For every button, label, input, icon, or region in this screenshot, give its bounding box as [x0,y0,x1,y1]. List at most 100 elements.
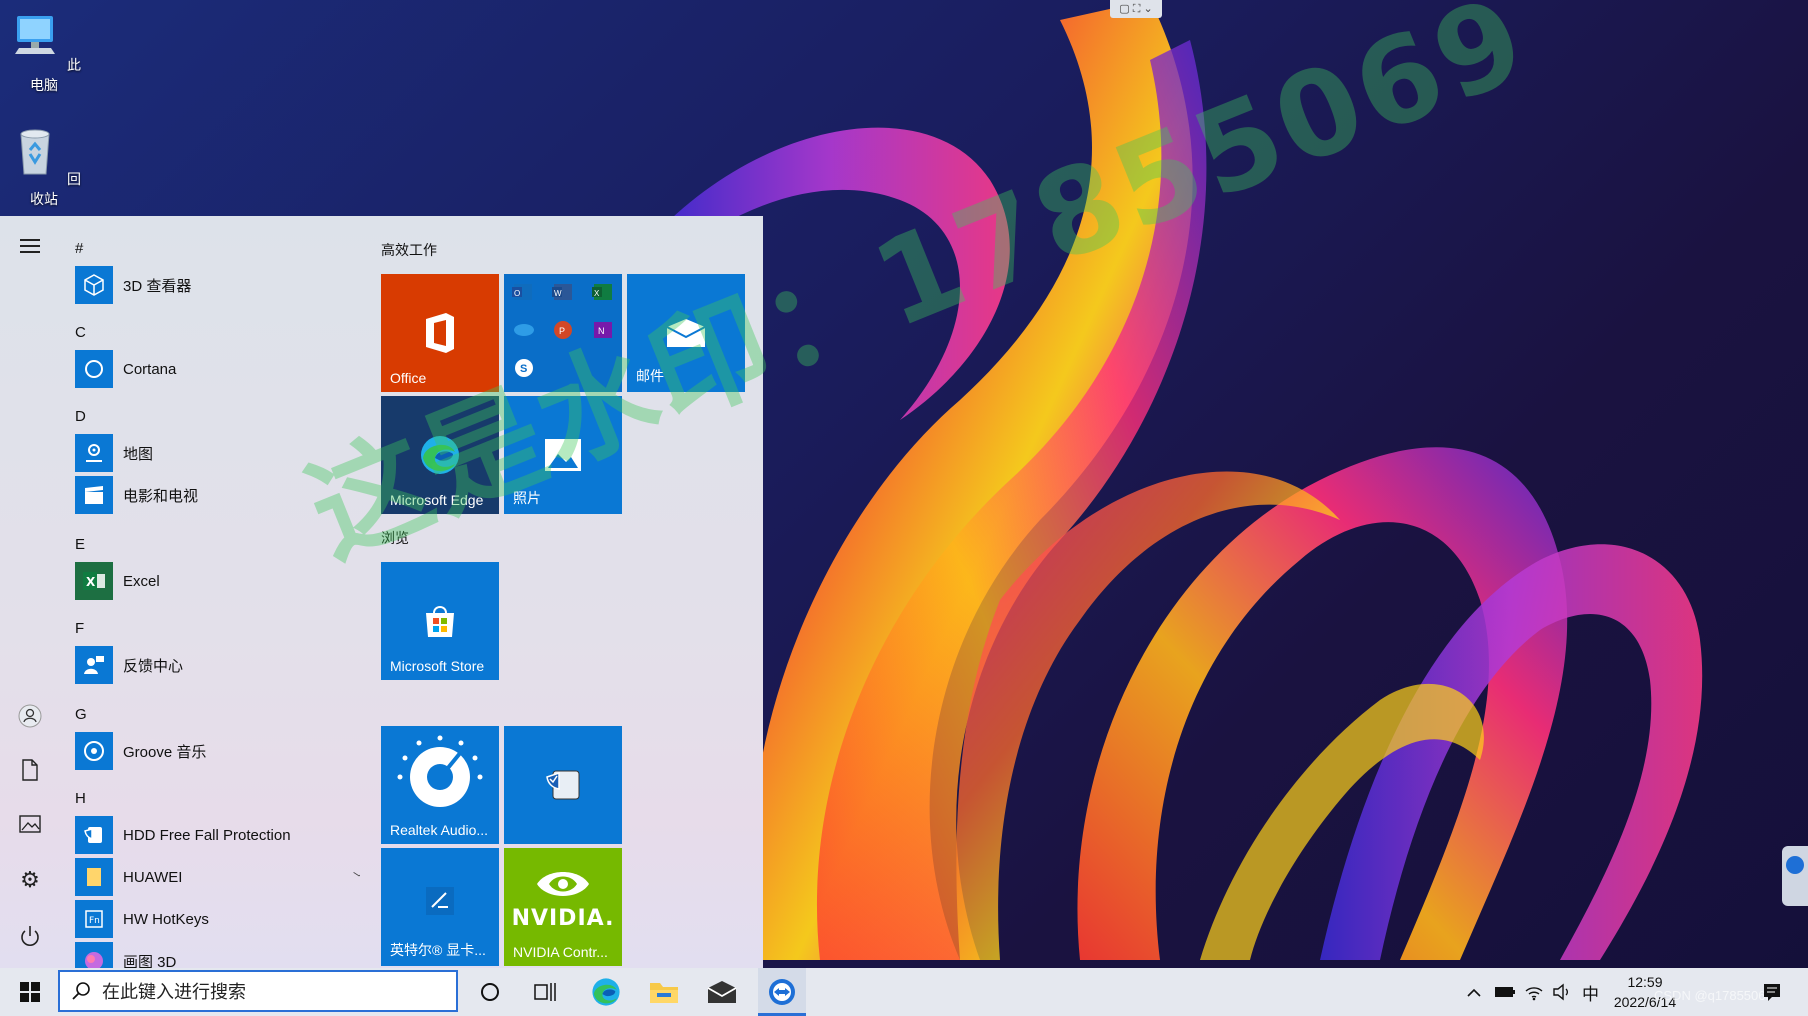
app-label: HDD Free Fall Protection [123,826,291,844]
volume-icon[interactable] [1552,968,1572,1016]
svg-text:Fn: Fn [89,916,100,926]
recycle-bin-icon [20,129,50,175]
svg-text:O: O [514,289,520,298]
cortana-icon [75,350,113,388]
pictures-icon[interactable] [14,808,46,840]
svg-text:P: P [559,326,565,336]
tile-label: 照片 [513,490,541,506]
tile-intel-graphics[interactable]: 英特尔® 显卡... [381,848,499,966]
taskbar-search-box[interactable]: 在此键入进行搜索 [58,970,458,1012]
desktop-icon-recycle-bin[interactable]: 回收站 [4,124,84,209]
svg-text:W: W [554,289,562,298]
svg-text:X: X [86,575,96,589]
movies-tv-icon [75,476,113,514]
letter-header[interactable]: D [75,408,86,425]
nvidia-icon: NVIDIA. [504,848,622,956]
tile-office[interactable]: Office [381,274,499,392]
csdn-watermark: CSDN @q17855069 [1654,988,1773,1003]
tile-label: Realtek Audio... [390,822,489,838]
app-label: 反馈中心 [123,657,184,675]
taskbar-teamviewer[interactable] [758,968,806,1016]
app-label: 画图 3D [123,953,177,969]
app-label: Groove 音乐 [123,743,207,761]
battery-icon[interactable] [1494,968,1516,1016]
tile-microsoft-store[interactable]: Microsoft Store [381,562,499,680]
edge-icon [592,978,620,1006]
tile-realtek-audio[interactable]: Realtek Audio... [381,726,499,844]
ime-indicator[interactable]: 中 [1582,968,1599,1016]
hdd-protection-icon [75,816,113,854]
taskbar-file-explorer[interactable] [640,968,688,1016]
tray-overflow-chevron-icon[interactable] [1466,968,1486,1016]
tile-hdd-protection[interactable] [504,726,622,844]
start-menu: ⚙ # 3D 查看器 C Cortana D 地图 电影和电视 E X Exce… [0,216,763,968]
feedback-hub-icon [75,646,113,684]
search-placeholder: 在此键入进行搜索 [102,982,246,1002]
tile-group-title[interactable]: 浏览 [381,528,409,548]
cortana-circle-icon [481,983,499,1001]
tile-label: Office [390,370,427,386]
app-item-hdd-free-fall[interactable]: HDD Free Fall Protection [75,816,360,854]
tile-label: NVIDIA Contr... [513,944,608,960]
tile-label: Microsoft Edge [390,492,484,508]
tile-label: 邮件 [636,368,664,384]
settings-gear-icon[interactable]: ⚙ [14,864,46,896]
tile-group-title[interactable]: 高效工作 [381,240,437,260]
side-panel-handle[interactable] [1782,846,1808,906]
app-item-movies-tv[interactable]: 电影和电视 [75,476,360,514]
paint-3d-icon [75,942,113,968]
app-label: 地图 [123,445,154,463]
letter-header[interactable]: F [75,620,84,637]
app-item-groove[interactable]: Groove 音乐 [75,732,360,770]
tile-office-apps[interactable]: O W X P N S [504,274,622,392]
office-apps-icon: O W X P N S [504,274,622,392]
svg-text:X: X [594,289,600,298]
desktop-icon-this-pc[interactable]: 此电脑 [4,10,84,95]
task-view-icon [534,983,556,1001]
letter-header[interactable]: # [75,240,83,257]
wifi-icon[interactable] [1524,968,1544,1016]
mail-icon [707,981,737,1003]
taskbar-mail[interactable] [698,968,746,1016]
taskbar: 在此键入进行搜索 中 12:59 2022/6/14 CSDN @q178550… [0,968,1808,1016]
hamburger-menu-icon[interactable] [14,230,46,262]
teamviewer-icon [1786,856,1804,874]
remote-control-bar[interactable]: ▢ ⛶ ⌄ [1110,0,1162,18]
app-item-cortana[interactable]: Cortana [75,350,360,388]
letter-header[interactable]: H [75,790,86,807]
app-item-3d-viewer[interactable]: 3D 查看器 [75,266,360,304]
power-icon[interactable] [14,920,46,952]
3d-viewer-icon [75,266,113,304]
tile-label: 英特尔® 显卡... [390,942,486,958]
app-item-paint-3d[interactable]: 画图 3D [75,942,360,968]
start-button[interactable] [6,968,54,1016]
taskbar-edge[interactable] [582,968,630,1016]
app-item-excel[interactable]: X Excel [75,562,360,600]
account-icon[interactable] [14,700,46,732]
app-item-huawei-folder[interactable]: HUAWEI ﹀ [75,858,360,896]
excel-icon: X [75,562,113,600]
app-item-feedback-hub[interactable]: 反馈中心 [75,646,360,684]
app-label: 3D 查看器 [123,277,192,295]
letter-header[interactable]: C [75,324,86,341]
tile-mail[interactable]: 邮件 [627,274,745,392]
file-explorer-icon [650,983,678,1003]
app-label: Excel [123,572,160,590]
tile-nvidia[interactable]: NVIDIA. NVIDIA Contr... [504,848,622,966]
action-center-icon[interactable] [1762,968,1782,1016]
letter-header[interactable]: E [75,536,85,553]
app-item-hw-hotkeys[interactable]: Fn HW HotKeys [75,900,360,938]
tile-label: Microsoft Store [390,658,485,674]
hdd-shield-icon [504,726,622,844]
documents-icon[interactable] [14,754,46,786]
app-label: HW HotKeys [123,910,209,928]
tile-photos[interactable]: 照片 [504,396,622,514]
task-view-button[interactable] [522,968,570,1016]
tile-edge[interactable]: Microsoft Edge [381,396,499,514]
letter-header[interactable]: G [75,706,87,723]
app-list: # 3D 查看器 C Cortana D 地图 电影和电视 E X Excel … [60,216,360,968]
cortana-button[interactable] [466,968,514,1016]
app-item-maps[interactable]: 地图 [75,434,360,472]
computer-icon [15,16,56,54]
chevron-down-icon[interactable]: ﹀ [353,869,360,886]
